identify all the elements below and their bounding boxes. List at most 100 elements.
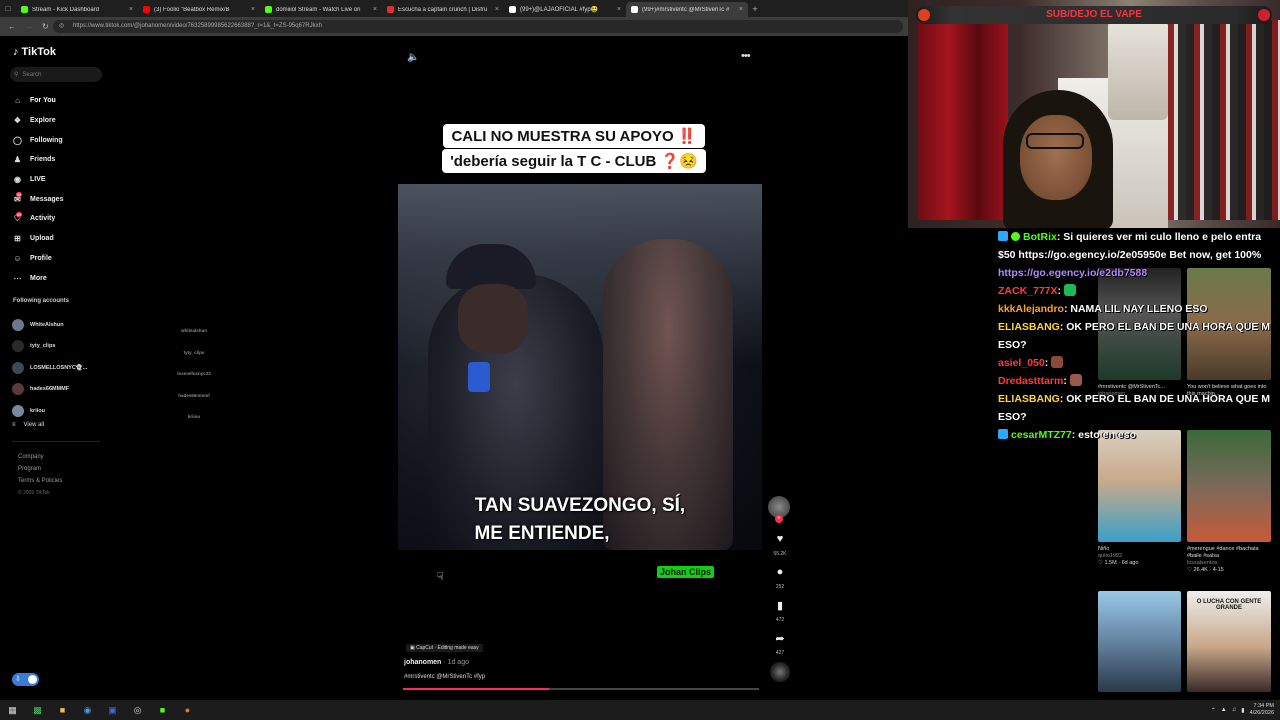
address-bar[interactable]: ◎ https://www.tiktok.com/@johanomen/vide… [53,20,903,33]
share-icon[interactable]: ➦ [769,627,791,649]
video-progress-bar[interactable] [403,688,759,690]
tab-favicon-icon [387,6,394,13]
tab-close-icon[interactable]: × [617,6,621,13]
back-icon[interactable]: ← [8,22,16,31]
volume-icon[interactable]: 🔈 [407,52,419,63]
chat-emote-icon [1063,284,1076,296]
kick-icon[interactable]: ■ [150,700,175,720]
sidebar-item-activity[interactable]: ♡ 99 Activity [12,209,102,229]
browser-app-icon[interactable]: ● [175,700,200,720]
tab-close-icon[interactable]: × [739,6,743,13]
tab-close-icon[interactable]: × [251,6,255,13]
chat-username[interactable]: ZACK_777X [998,285,1058,297]
search-placeholder: Search [22,71,42,78]
following-account[interactable]: LOSMELLOSNYC👻... losmellosnyc22 [12,357,211,379]
tab-close-icon[interactable]: × [129,6,133,13]
terminal-icon[interactable]: ▩ [25,700,50,720]
tray-chevron-icon[interactable]: ⌃ [1211,707,1216,714]
obs-icon[interactable]: ▣ [100,700,125,720]
heart-icon[interactable]: ♥ [769,528,791,550]
sidebar-item-live[interactable]: ◉ LIVE [12,170,102,190]
chat-username[interactable]: Dredastttarm [998,375,1063,387]
file-explorer-icon[interactable]: ■ [50,700,75,720]
bookmark-icon[interactable]: ▮ [769,594,791,616]
chat-username[interactable]: cesarMTZ77 [1011,429,1072,441]
sidebar-item-explore[interactable]: ❖ Explore [12,111,102,131]
wifi-icon[interactable]: ▲ [1221,707,1227,713]
sidebar-item-following[interactable]: ◯ Following [12,130,102,150]
reload-icon[interactable]: ↻ [42,22,49,31]
account-handle: whitealshun [180,328,207,333]
volume-tray-icon[interactable]: ♫ [1232,707,1237,713]
list-icon: ≡ [12,422,16,428]
capcut-badge[interactable]: ▣ CapCut · Editing made easy [406,644,483,652]
hashtags[interactable]: #mrstiventc @MrStivenTc #fyp [404,674,485,680]
sidebar-item-for-you[interactable]: ⌂ For You [12,91,102,111]
tab-close-icon[interactable]: × [373,6,377,13]
sidebar-item-messages[interactable]: ✉ 99 Messages [12,189,102,209]
action-bar: + ♥ 55.2K ● 252 ▮ 472 ➦ 427 [768,496,792,682]
chat-message: ELIASBANG: OK PERO EL BAN DE UNA HORA QU… [998,390,1280,426]
sidebar-item-profile[interactable]: ☺ Profile [12,249,102,269]
footer-link-terms[interactable]: Terms & Policies [18,475,62,487]
comment-action: ● 252 [768,561,792,590]
browser-tab[interactable]: (99+)@LAJAOFICIAL #fyp🤮 × [504,2,626,17]
footer-link-program[interactable]: Program [18,463,62,475]
battery-icon[interactable]: ▮ [1241,707,1244,714]
site-info-icon[interactable]: ◎ [59,20,64,33]
footer-link-company[interactable]: Company [18,451,62,463]
caption-line-2: 'debería seguir la T C - CLUB ❓😣 [442,149,706,173]
media-icon[interactable]: ◎ [125,700,150,720]
view-all-link[interactable]: ≡ View all [12,422,44,428]
following-account[interactable]: WhiteAlshun whitealshun [12,314,207,336]
grid-thumb-6[interactable]: O LUCHA CON GENTE GRANDE [1187,591,1271,692]
creator-avatar[interactable]: + [768,496,790,523]
chat-username[interactable]: BotRix [1023,231,1057,243]
clock[interactable]: 7:34 PM 4/26/2026 [1250,703,1274,717]
browser-tab[interactable]: Stream - Kick Dashboard × [16,2,138,17]
taskbar: ▦ ▩ ■ ◉ ▣ ◎ ■ ● ⌃ ▲ ♫ ▮ 7:34 PM 4/26/202… [0,700,1280,720]
chat-username[interactable]: kkkAlejandro [998,303,1064,315]
following-account[interactable]: kriiou kriiou [12,400,200,422]
video-caption: CALI NO MUESTRA SU APOYO ‼️ 'debería seg… [432,124,716,174]
sidebar-item-upload[interactable]: ⊞ Upload [12,229,102,249]
grid-thumb-5[interactable] [1098,591,1181,692]
video-subtitle-line-2: ME ENTIENDE, [474,523,610,544]
video-player[interactable]: TAN SUAVEZONGO, SÍ, ME ENTIENDE, [398,184,762,550]
tab-close-icon[interactable]: × [495,6,499,13]
following-account[interactable]: hades66MMMF hades66mmmf [12,379,210,401]
sidebar-item-friends[interactable]: ♟ Friends [12,150,102,170]
sidebar-item-label: Explore [30,117,56,125]
follow-plus-icon[interactable]: + [775,515,783,523]
browser-tab[interactable]: (3) Foolio "Beatbox Remix/B × [138,2,260,17]
tiktok-logo[interactable]: ♪ TikTok [13,46,56,58]
chat-username[interactable]: asiel_050 [998,357,1045,369]
download-icon: ⇩ [15,676,21,683]
grid-thumb-4[interactable] [1187,430,1271,542]
following-account[interactable]: tyty_clips tyty_clips [12,336,204,358]
author-name[interactable]: johanomen [404,659,441,666]
search-input[interactable]: ⚲ Search [10,67,102,82]
chrome-icon[interactable]: ◉ [75,700,100,720]
get-app-toggle[interactable]: ⇩ [12,673,39,686]
forward-icon[interactable]: → [25,22,33,31]
browser-tab[interactable]: domiiiol Stream - Watch Live on × [260,2,382,17]
sidebar-item-more[interactable]: ⋯ More [12,268,102,288]
system-tray: ⌃ ▲ ♫ ▮ 7:34 PM 4/26/2026 [1211,700,1274,720]
chat-username[interactable]: ELIASBANG [998,393,1060,405]
grid-thumb-3[interactable] [1098,430,1181,542]
upload-icon: ⊞ [14,234,21,244]
tab-title: (99+)@LAJAOFICIAL #fyp🤮 [520,7,599,13]
window-menu-icon[interactable]: □ [0,0,16,17]
comment-icon[interactable]: ● [769,561,791,583]
start-icon[interactable]: ▦ [0,700,25,720]
new-tab-button[interactable]: + [748,4,762,14]
chat-username[interactable]: ELIASBANG [998,321,1060,333]
chat-link[interactable]: https://go.egency.io/e2db7588 [998,267,1147,279]
browser-tab[interactable]: (99+)#mrstiventc @MrStivenTc # × [626,2,748,17]
profile-icon: ☺ [13,253,22,263]
more-options-icon[interactable]: ••• [741,50,751,62]
webcam-clothes-rack [1160,20,1280,220]
music-disc-icon[interactable] [770,662,790,682]
browser-tab[interactable]: Escucha a captain crunch | Disfru × [382,2,504,17]
